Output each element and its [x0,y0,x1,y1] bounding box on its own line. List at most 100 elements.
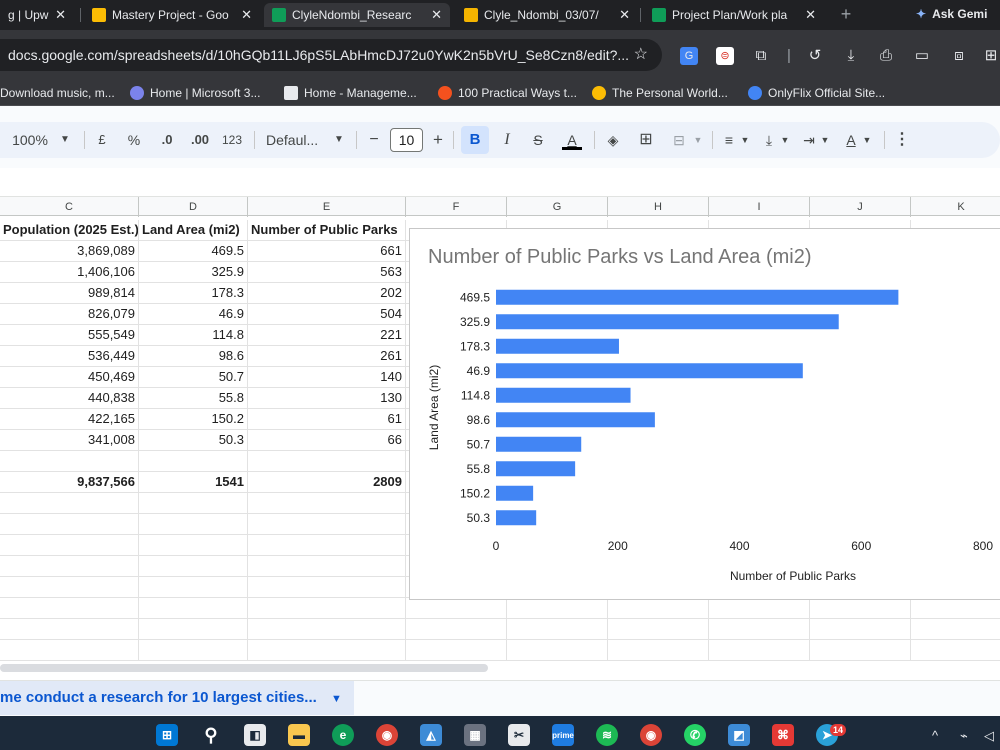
font-size-input[interactable]: 10 [390,128,423,152]
gallery-icon[interactable]: ◩ [728,724,750,746]
acrobat-icon[interactable]: ⌘ [772,724,794,746]
number-format-button[interactable]: 123 [220,130,244,150]
calculator-icon[interactable]: ▦ [464,724,486,746]
table-cell[interactable]: 1,406,106 [0,262,139,283]
empty-cell[interactable] [139,535,248,556]
empty-cell[interactable] [0,451,139,472]
column-header[interactable]: I [709,197,810,217]
decrease-decimal-button[interactable]: .0 [157,130,177,150]
empty-cell[interactable] [709,619,810,640]
file-explorer-icon[interactable]: ▬ [288,724,310,746]
bookmark-download-music[interactable]: Download music, m... [0,85,115,101]
chevron-down-icon[interactable]: ▼ [58,130,72,150]
browser-tab-upwork[interactable]: g | Upw ✕ [0,3,74,27]
table-cell[interactable]: 55.8 [139,388,248,409]
chevron-down-icon[interactable]: ▼ [331,693,342,705]
table-cell[interactable]: 46.9 [139,304,248,325]
card-icon[interactable]: ▭ [913,47,931,65]
column-header[interactable]: D [139,197,248,217]
empty-cell[interactable] [139,514,248,535]
empty-cell[interactable] [139,640,248,661]
empty-cell[interactable] [248,577,406,598]
table-cell[interactable]: 3,869,089 [0,241,139,262]
chrome-profile-icon[interactable]: ◉ [640,724,662,746]
table-cell[interactable]: 178.3 [139,283,248,304]
table-cell[interactable]: 325.9 [139,262,248,283]
column-header[interactable]: G [507,197,608,217]
empty-cell[interactable] [139,619,248,640]
header-cell[interactable]: Number of Public Parks [248,220,406,241]
task-view-icon[interactable]: ◧ [244,724,266,746]
empty-cell[interactable] [0,556,139,577]
chevron-down-icon[interactable]: ▼ [780,130,790,150]
table-cell[interactable]: 61 [248,409,406,430]
empty-cell[interactable] [406,640,507,661]
empty-cell[interactable] [507,619,608,640]
empty-cell[interactable] [248,535,406,556]
table-cell[interactable]: 989,814 [0,283,139,304]
close-icon[interactable]: ✕ [619,7,630,23]
empty-cell[interactable] [248,640,406,661]
empty-cell[interactable] [406,598,507,619]
empty-cell[interactable] [608,619,709,640]
empty-cell[interactable] [0,514,139,535]
text-rotation-icon[interactable]: A [842,130,860,150]
spotify-icon[interactable]: ≋ [596,724,618,746]
table-cell[interactable]: 504 [248,304,406,325]
empty-cell[interactable] [139,556,248,577]
header-cell[interactable]: Land Area (mi2) [139,220,248,241]
table-cell[interactable]: 536,449 [0,346,139,367]
table-cell[interactable]: 661 [248,241,406,262]
table-cell[interactable]: 422,165 [0,409,139,430]
empty-cell[interactable] [248,514,406,535]
horizontal-scrollbar[interactable] [0,664,488,672]
borders-icon[interactable]: ⊞ [637,130,655,150]
italic-button[interactable]: I [500,130,514,150]
vertical-align-icon[interactable]: ⤓ [760,130,778,150]
empty-cell[interactable] [248,451,406,472]
table-cell[interactable]: 114.8 [139,325,248,346]
table-cell[interactable]: 555,549 [0,325,139,346]
empty-cell[interactable] [139,598,248,619]
bookmark-onlyflix[interactable]: OnlyFlix Official Site... [748,85,885,101]
empty-cell[interactable] [709,598,810,619]
browser-tab-mastery-project[interactable]: Mastery Project - Goo ✕ [84,3,260,27]
chevron-down-icon[interactable]: ▼ [692,130,704,150]
table-cell[interactable]: 66 [248,430,406,451]
extension-icon[interactable]: ⊜ [716,47,734,65]
snipping-tool-icon[interactable]: ✂ [508,724,530,746]
chrome-icon[interactable]: ◉ [376,724,398,746]
table-cell[interactable]: 221 [248,325,406,346]
text-color-button[interactable]: A [562,130,582,150]
empty-cell[interactable] [0,598,139,619]
address-bar[interactable]: docs.google.com/spreadsheets/d/10hGQb11L… [0,39,662,71]
chevron-down-icon[interactable]: ▼ [332,130,346,150]
bookmark-star-icon[interactable]: ☆ [634,39,648,71]
empty-cell[interactable] [248,619,406,640]
empty-cell[interactable] [248,556,406,577]
chevron-up-icon[interactable]: ^ [932,728,938,743]
table-cell[interactable]: 450,469 [0,367,139,388]
table-cell[interactable]: 469.5 [139,241,248,262]
empty-cell[interactable] [0,640,139,661]
empty-cell[interactable] [507,598,608,619]
font-family-select[interactable]: Defaul... [266,130,326,150]
empty-cell[interactable] [0,535,139,556]
column-header[interactable]: C [0,197,139,217]
table-cell[interactable]: 98.6 [139,346,248,367]
bookmark-microsoft-home[interactable]: Home | Microsoft 3... [130,85,260,101]
table-cell[interactable]: 150.2 [139,409,248,430]
column-header[interactable]: J [810,197,911,217]
empty-cell[interactable] [608,640,709,661]
increase-font-size-button[interactable]: + [431,130,445,150]
browser-tab-project-plan[interactable]: Project Plan/Work pla ✕ [644,3,824,27]
more-options-button[interactable]: ⋮ [894,130,910,150]
cast-icon[interactable]: ⧈ [950,47,968,65]
close-icon[interactable]: ✕ [431,7,442,23]
chevron-down-icon[interactable]: ▼ [862,130,872,150]
whatsapp-icon[interactable]: ✆ [684,724,706,746]
bookmark-personal-world[interactable]: The Personal World... [592,85,728,101]
total-cell[interactable]: 1541 [139,472,248,493]
fill-color-icon[interactable]: ◈ [604,130,622,150]
currency-format-button[interactable]: £ [95,130,109,150]
